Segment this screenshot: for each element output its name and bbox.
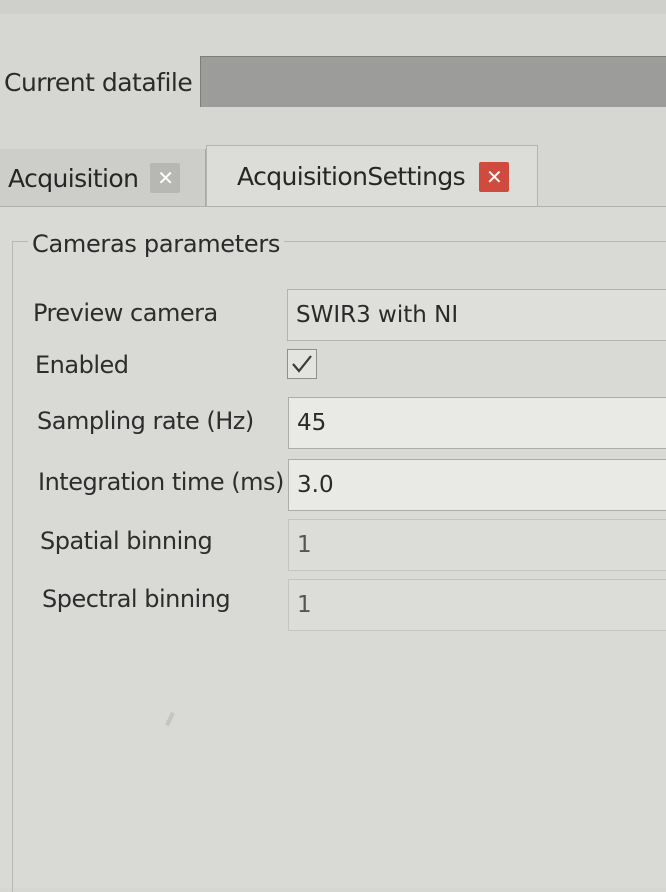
tab-acquisition-settings[interactable]: AcquisitionSettings ✕ [206,145,538,207]
settings-panel: Cameras parameters Preview camera SWIR3 … [0,207,666,892]
preview-camera-select[interactable]: SWIR3 with NI [287,289,666,341]
spectral-binning-input[interactable]: 1 [288,579,666,631]
datafile-row: Current datafile [0,50,666,118]
spatial-binning-input[interactable]: 1 [288,519,666,571]
close-icon[interactable]: ✕ [479,161,510,192]
window-top-strip [0,0,666,14]
datafile-label: Current datafile [4,68,193,97]
tab-bar: Acquisition ✕ AcquisitionSettings ✕ [0,145,666,207]
sampling-rate-label: Sampling rate (Hz) [37,407,254,435]
close-icon[interactable]: ✕ [150,163,181,193]
integration-time-label: Integration time (ms) [38,468,284,496]
tab-acquisition-settings-label: AcquisitionSettings [237,162,466,191]
preview-camera-label: Preview camera [33,299,218,327]
enabled-label: Enabled [35,351,129,379]
group-title: Cameras parameters [28,230,285,258]
tab-acquisition[interactable]: Acquisition ✕ [0,149,206,207]
enabled-checkbox[interactable] [287,349,317,379]
checkmark-icon [292,355,312,373]
datafile-field[interactable] [200,56,666,107]
sampling-rate-input[interactable]: 45 [288,397,666,449]
integration-time-input[interactable]: 3.0 [288,459,666,511]
tab-acquisition-label: Acquisition [8,163,139,193]
spatial-binning-label: Spatial binning [40,527,213,555]
spectral-binning-label: Spectral binning [42,585,231,613]
